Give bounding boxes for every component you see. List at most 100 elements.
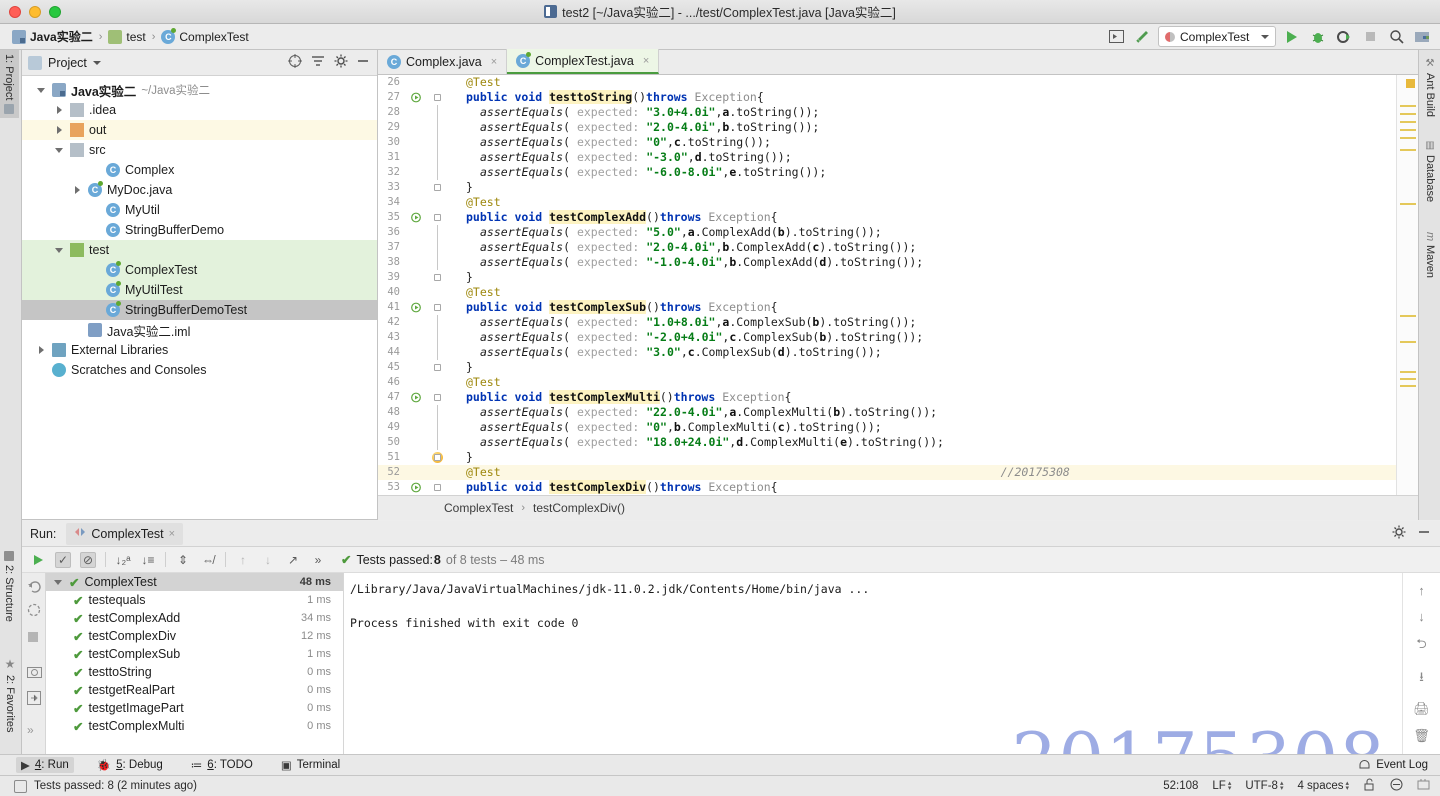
line-gutter[interactable] [404,270,448,285]
code-line[interactable]: 50 assertEquals( expected: "18.0+24.0i",d… [378,435,1396,450]
test-case-row[interactable]: ✔ testComplexMulti 0 ms [46,717,343,735]
line-gutter[interactable] [404,450,448,465]
code-line[interactable]: 45} [378,360,1396,375]
line-gutter[interactable] [404,330,448,345]
fold-marker-icon[interactable] [434,394,441,401]
line-gutter[interactable] [404,210,448,225]
code-line[interactable]: 30 assertEquals( expected: "0",c.toString… [378,135,1396,150]
fold-marker-icon[interactable] [434,184,441,191]
gear-icon[interactable] [334,54,348,71]
fold-marker-icon[interactable] [434,484,441,491]
project-tree-node[interactable]: C ComplexTest [22,260,377,280]
line-gutter[interactable] [404,195,448,210]
minimize-window-button[interactable] [29,5,41,18]
sidebar-item-ant-build[interactable]: ⚒ Ant Build [1420,54,1440,121]
chevron-right-icon[interactable] [55,105,65,115]
line-gutter[interactable] [404,105,448,120]
chevron-right-icon[interactable] [37,345,47,355]
export-icon[interactable]: ↗ [285,552,301,568]
scope-target-icon[interactable] [288,54,302,71]
chevron-down-icon[interactable] [55,245,65,255]
project-tree-node[interactable]: test [22,240,377,260]
line-separator-widget[interactable]: LF ▴ ▾ [1212,780,1231,792]
line-gutter[interactable] [404,375,448,390]
sidebar-item-favorites[interactable]: ★ 2: Favorites [0,653,21,736]
indent-widget[interactable]: 4 spaces ▴ ▾ [1297,780,1349,792]
code-viewport[interactable]: 26 @Test 27 public void testtoString()throw… [378,75,1418,520]
code-line[interactable]: 46 @Test [378,375,1396,390]
maximize-window-button[interactable] [49,5,61,18]
project-tree-node[interactable]: .idea [22,100,377,120]
sidebar-item-project[interactable]: 1: Project [0,50,19,119]
line-gutter[interactable] [404,150,448,165]
line-gutter[interactable] [404,465,448,480]
chevron-right-icon[interactable] [55,125,65,135]
fold-marker-icon[interactable] [434,364,441,371]
breadcrumb-method[interactable]: testComplexDiv() [533,501,625,515]
line-gutter[interactable] [404,90,448,105]
code-line[interactable]: 35 public void testComplexAdd()throws Exc… [378,210,1396,225]
close-icon[interactable]: × [491,56,497,68]
fold-marker-icon[interactable] [434,304,441,311]
editor-tab[interactable]: C ComplexTest.java × [507,49,660,74]
collapse-all-icon[interactable] [311,54,325,71]
test-case-row[interactable]: ✔ testComplexSub 1 ms [46,645,343,663]
settings-gear-icon[interactable] [1392,525,1406,542]
project-tree-node[interactable]: C Complex [22,160,377,180]
code-line[interactable]: 52 @Test //20175308 [378,465,1396,480]
collapse-all-icon[interactable]: ⇎ [200,552,216,568]
tool-window-button-run[interactable]: ▶ 4: Run [16,757,74,773]
scroll-up-icon[interactable]: ↑ [1418,583,1425,598]
fold-marker-icon[interactable] [434,454,441,461]
project-tree-node[interactable]: Scratches and Consoles [22,360,377,380]
code-line[interactable]: 36 assertEquals( expected: "5.0",a.Comple… [378,225,1396,240]
code-line[interactable]: 53 public void testComplexDiv()throws Exc… [378,480,1396,495]
project-tree-node[interactable]: External Libraries [22,340,377,360]
expand-all-icon[interactable]: ⇕ [175,552,191,568]
line-gutter[interactable] [404,315,448,330]
code-line[interactable]: 51} [378,450,1396,465]
chevron-down-icon[interactable] [55,145,65,155]
project-tree-node[interactable]: Java实验二 ~/Java实验二 [22,80,377,100]
sidebar-item-structure[interactable]: 2: Structure [0,547,19,626]
build-hammer-icon[interactable] [1132,27,1152,47]
line-gutter[interactable] [404,360,448,375]
code-line[interactable]: 38 assertEquals( expected: "-1.0-4.0i",b.… [378,255,1396,270]
fold-marker-icon[interactable] [434,274,441,281]
line-gutter[interactable] [404,135,448,150]
breadcrumb-item-folder[interactable]: test [104,27,149,47]
inspection-icon[interactable] [1390,778,1403,794]
project-tree-node[interactable]: C MyUtilTest [22,280,377,300]
code-line[interactable]: 26 @Test [378,75,1396,90]
line-gutter[interactable] [404,120,448,135]
close-icon[interactable]: × [643,55,649,67]
project-tree-node[interactable]: src [22,140,377,160]
line-gutter[interactable] [404,405,448,420]
breadcrumb-class[interactable]: ComplexTest [444,501,513,515]
code-line[interactable]: 43 assertEquals( expected: "-2.0+4.0i",c.… [378,330,1396,345]
tool-window-button-todo[interactable]: ≔ 6: TODO [186,757,258,773]
project-tree-node[interactable]: C MyUtil [22,200,377,220]
search-icon[interactable] [1386,27,1406,47]
test-case-row[interactable]: ✔ testComplexDiv 12 ms [46,627,343,645]
event-log-button[interactable]: Event Log [1358,757,1440,773]
code-line[interactable]: 34 @Test [378,195,1396,210]
breadcrumb-item-module[interactable]: Java实验二 [8,27,97,47]
code-line[interactable]: 41 public void testComplexSub()throws Exc… [378,300,1396,315]
line-gutter[interactable] [404,225,448,240]
test-case-row[interactable]: ✔ testgetRealPart 0 ms [46,681,343,699]
line-gutter[interactable] [404,75,448,90]
line-gutter[interactable] [404,240,448,255]
line-gutter[interactable] [404,420,448,435]
show-passed-icon[interactable]: ✓ [55,551,71,568]
sort-alphabetically-icon[interactable]: ↓₂ᵃ [115,552,131,568]
editor-tab[interactable]: C Complex.java × [378,49,508,74]
hide-ignored-icon[interactable]: ⊘ [80,551,96,568]
tool-window-button-debug[interactable]: 🐞 5: Debug [92,757,168,773]
test-case-row[interactable]: ✔ testequals 1 ms [46,591,343,609]
test-case-row[interactable]: ✔ testtoString 0 ms [46,663,343,681]
code-line[interactable]: 44 assertEquals( expected: "3.0",c.Comple… [378,345,1396,360]
chevron-down-icon[interactable] [92,60,101,65]
console-output[interactable]: /Library/Java/JavaVirtualMachines/jdk-11… [344,573,1402,754]
fold-marker-icon[interactable] [434,94,441,101]
